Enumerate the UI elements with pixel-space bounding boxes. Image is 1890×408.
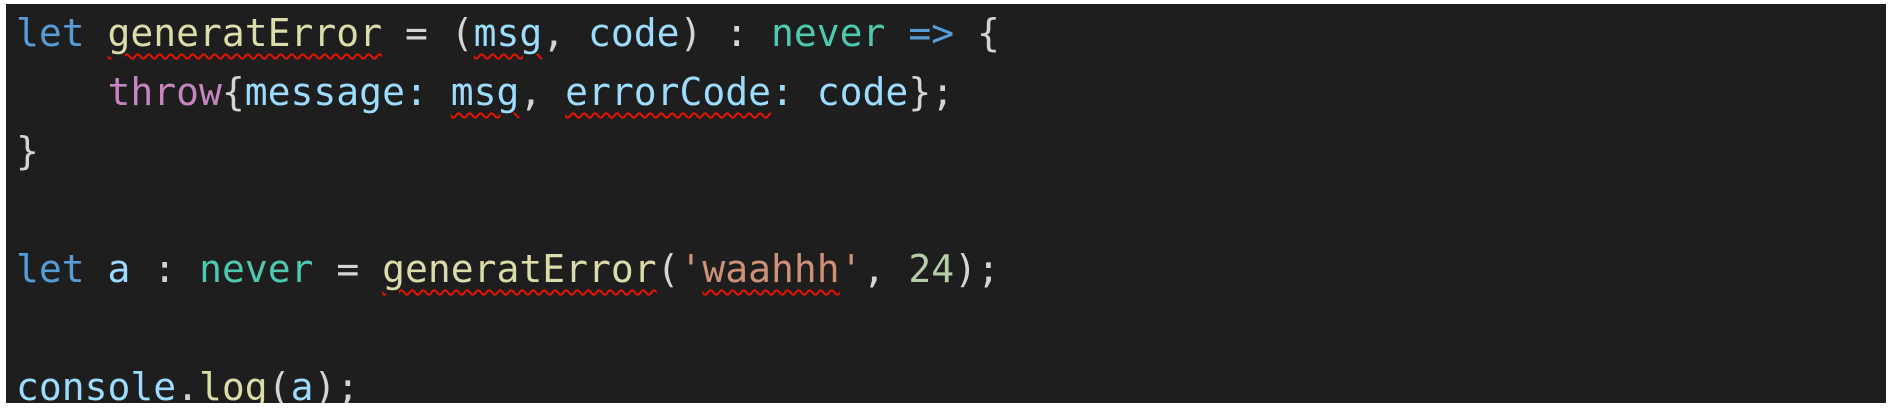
code-token: ' xyxy=(679,247,703,291)
code-line[interactable]: let generatError = (msg, code) : never =… xyxy=(16,4,1000,63)
code-token: 24 xyxy=(908,247,955,291)
code-token: ( xyxy=(267,365,291,403)
code-token: : xyxy=(404,70,451,114)
code-token: { xyxy=(954,11,1000,55)
code-token: let xyxy=(16,247,85,291)
code-token-with-error-squiggle: errorCode xyxy=(565,70,772,114)
code-block[interactable]: let generatError = (msg, code) : never =… xyxy=(16,4,1000,403)
code-token: throw xyxy=(107,70,222,114)
code-token: , xyxy=(519,70,566,114)
code-editor[interactable]: let generatError = (msg, code) : never =… xyxy=(6,4,1886,403)
code-token: code xyxy=(588,11,680,55)
code-token: a xyxy=(290,365,314,403)
code-line[interactable]: console.log(a); xyxy=(16,358,1000,403)
code-line[interactable]: throw{message: msg, errorCode: code}; xyxy=(16,63,1000,122)
code-token: ( xyxy=(656,247,680,291)
code-token-with-error-squiggle: generatError xyxy=(382,247,657,291)
code-token: ); xyxy=(313,365,360,403)
code-token: }; xyxy=(908,70,955,114)
code-token: ' xyxy=(839,247,863,291)
code-token: ); xyxy=(954,247,1000,291)
code-line[interactable]: let a : never = generatError('waahhh', 2… xyxy=(16,240,1000,299)
code-token: message xyxy=(244,70,405,114)
code-token: never xyxy=(771,11,886,55)
code-token: log xyxy=(199,365,268,403)
code-token: : xyxy=(130,247,200,291)
code-token: let xyxy=(16,11,85,55)
code-token-with-error-squiggle: generatError xyxy=(107,11,383,55)
code-token-with-error-squiggle: msg xyxy=(473,11,543,55)
code-line[interactable]: } xyxy=(16,122,1000,181)
code-token: , xyxy=(862,247,909,291)
code-token: a xyxy=(107,247,131,291)
code-token: } xyxy=(16,129,39,173)
code-token: ) : xyxy=(679,11,772,55)
code-token: never xyxy=(199,247,314,291)
code-token: , xyxy=(542,11,588,55)
code-token: : xyxy=(771,70,817,114)
code-line[interactable] xyxy=(16,299,1000,358)
code-token: = ( xyxy=(382,11,474,55)
code-token: . xyxy=(176,365,200,403)
code-token-with-error-squiggle: msg xyxy=(450,70,520,114)
code-token: => xyxy=(908,11,955,55)
code-token: { xyxy=(221,70,245,114)
code-token: console xyxy=(16,365,177,403)
code-token: = xyxy=(313,247,383,291)
code-token-with-error-squiggle: waahhh xyxy=(702,247,840,291)
code-line[interactable] xyxy=(16,181,1000,240)
code-token: code xyxy=(816,70,909,114)
